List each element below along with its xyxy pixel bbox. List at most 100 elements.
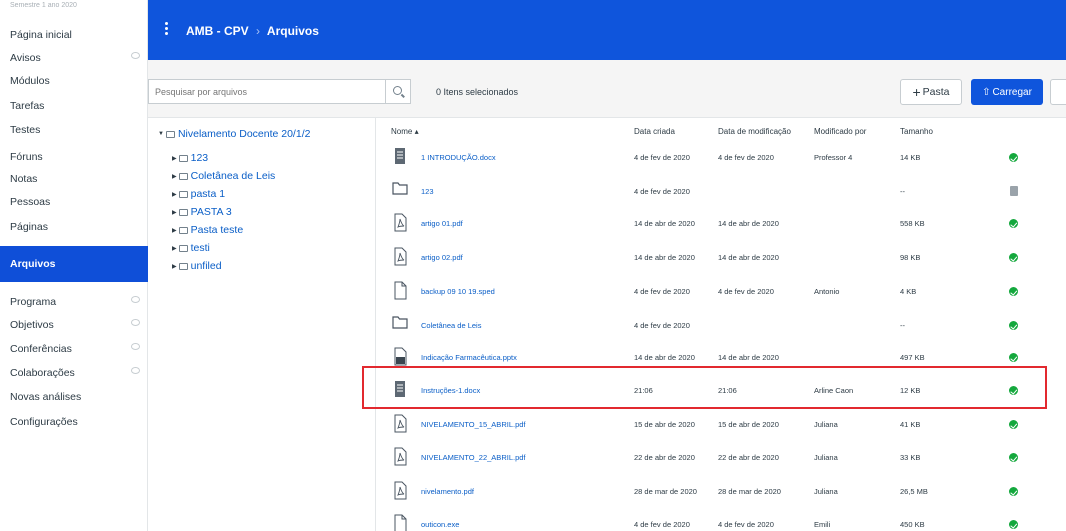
published-check-icon[interactable] — [1009, 321, 1018, 330]
nav-item-7[interactable]: Pessoas — [0, 190, 148, 214]
file-name-link[interactable]: Indicação Farmacêutica.pptx — [421, 353, 517, 362]
nav-item-label: Pessoas — [10, 196, 51, 208]
file-created: 28 de mar de 2020 — [634, 487, 697, 496]
tree-root-folder[interactable]: ▼ Nivelamento Docente 20/1/2 — [158, 128, 310, 140]
nav-item-8[interactable]: Páginas — [0, 215, 148, 239]
file-name-link[interactable]: NIVELAMENTO_22_ABRIL.pdf — [421, 453, 526, 462]
published-check-icon[interactable] — [1009, 219, 1018, 228]
expand-triangle-icon[interactable]: ▶ — [172, 191, 177, 198]
file-row[interactable]: outicon.exe 4 de fev de 2020 4 de fev de 2… — [376, 508, 1066, 531]
nav-item-15[interactable]: Configurações — [0, 410, 148, 434]
file-modified: 4 de fev de 2020 — [718, 153, 774, 162]
column-header-modified[interactable]: Data de modificação — [718, 127, 791, 136]
expand-triangle-icon[interactable]: ▼ — [158, 131, 164, 137]
nav-item-2[interactable]: Módulos — [0, 69, 148, 93]
nav-item-12[interactable]: Conferências — [0, 337, 148, 361]
nav-item-6[interactable]: Notas — [0, 167, 148, 191]
file-modified-by: Juliana — [814, 453, 838, 462]
nav-item-3[interactable]: Tarefas — [0, 94, 148, 118]
nav-item-4[interactable]: Testes — [0, 118, 148, 142]
file-name-link[interactable]: 123 — [421, 187, 434, 196]
expand-triangle-icon[interactable]: ▶ — [172, 209, 177, 216]
file-name-link[interactable]: nivelamento.pdf — [421, 487, 474, 496]
nav-item-5[interactable]: Fóruns — [0, 145, 148, 169]
breadcrumb-section[interactable]: Arquivos — [267, 24, 319, 38]
tree-folder[interactable]: ▶ testi — [172, 242, 210, 254]
add-folder-label: Pasta — [922, 86, 950, 98]
tree-folder[interactable]: ▶ Pasta teste — [172, 224, 243, 236]
tree-folder[interactable]: ▶ pasta 1 — [172, 188, 225, 200]
nav-item-label: Avisos — [10, 52, 41, 64]
file-row[interactable]: NIVELAMENTO_22_ABRIL.pdf 22 de abr de 202… — [376, 441, 1066, 475]
nav-item-10[interactable]: Programa — [0, 290, 148, 314]
file-name-link[interactable]: Coletânea de Leis — [421, 321, 481, 330]
file-modified: 14 de abr de 2020 — [718, 253, 779, 262]
expand-triangle-icon[interactable]: ▶ — [172, 227, 177, 234]
nav-item-0[interactable]: Página inicial — [0, 23, 148, 47]
pdf-icon — [392, 212, 408, 232]
published-check-icon[interactable] — [1009, 453, 1018, 462]
breadcrumb-course[interactable]: AMB - CPV — [186, 24, 249, 38]
file-size: 33 KB — [900, 453, 921, 462]
file-name-link[interactable]: artigo 02.pdf — [421, 253, 463, 262]
column-header-created[interactable]: Data criada — [634, 127, 675, 136]
column-header-modified-by[interactable]: Modificado por — [814, 127, 866, 136]
file-size: 497 KB — [900, 353, 925, 362]
file-name-link[interactable]: backup 09 10 19.sped — [421, 287, 495, 296]
published-check-icon[interactable] — [1009, 520, 1018, 529]
more-options-button[interactable] — [1050, 79, 1066, 105]
file-row[interactable]: backup 09 10 19.sped 4 de fev de 2020 4 de… — [376, 275, 1066, 309]
file-row[interactable]: NIVELAMENTO_15_ABRIL.pdf 15 de abr de 202… — [376, 408, 1066, 442]
file-row[interactable]: artigo 01.pdf 14 de abr de 2020 14 de abr … — [376, 207, 1066, 241]
file-name-link[interactable]: artigo 01.pdf — [421, 219, 463, 228]
pdf-icon — [392, 246, 408, 266]
search-input[interactable] — [148, 79, 385, 104]
add-folder-button[interactable]: + Pasta — [900, 79, 962, 105]
expand-triangle-icon[interactable]: ▶ — [172, 173, 177, 180]
nav-item-13[interactable]: Colaborações — [0, 361, 148, 385]
nav-item-14[interactable]: Novas análises — [0, 385, 148, 409]
nav-item-9[interactable]: Arquivos — [0, 246, 148, 282]
published-check-icon[interactable] — [1009, 487, 1018, 496]
published-check-icon[interactable] — [1009, 153, 1018, 162]
published-check-icon[interactable] — [1009, 353, 1018, 362]
nav-item-11[interactable]: Objetivos — [0, 313, 148, 337]
file-created: 22 de abr de 2020 — [634, 453, 695, 462]
upload-button[interactable]: ⇧ Carregar — [971, 79, 1043, 105]
tree-folder[interactable]: ▶ Coletânea de Leis — [172, 170, 275, 182]
published-check-icon[interactable] — [1009, 253, 1018, 262]
column-header-name[interactable]: Nome ▴ — [391, 127, 419, 136]
unpublished-icon[interactable] — [1010, 186, 1018, 196]
file-modified-by: Emili — [814, 520, 831, 529]
expand-triangle-icon[interactable]: ▶ — [172, 263, 177, 270]
tree-folder[interactable]: ▶ unfiled — [172, 260, 222, 272]
folder-icon — [178, 190, 188, 198]
search-button[interactable] — [385, 79, 411, 104]
file-created: 4 de fev de 2020 — [634, 187, 690, 196]
file-name-link[interactable]: 1 INTRODUÇÃO.docx — [421, 153, 496, 162]
file-modified: 14 de abr de 2020 — [718, 353, 779, 362]
file-modified: 14 de abr de 2020 — [718, 219, 779, 228]
file-icon — [392, 513, 408, 531]
file-row[interactable]: 1 INTRODUÇÃO.docx 4 de fev de 2020 4 de fe… — [376, 141, 1066, 175]
file-name-link[interactable]: outicon.exe — [421, 520, 459, 529]
file-row[interactable]: artigo 02.pdf 14 de abr de 2020 14 de abr … — [376, 241, 1066, 275]
expand-triangle-icon[interactable]: ▶ — [172, 155, 177, 162]
nav-item-1[interactable]: Avisos — [0, 46, 148, 70]
file-row[interactable]: 123 4 de fev de 2020 -- — [376, 175, 1066, 209]
file-modified-by: Antonio — [814, 287, 840, 296]
published-check-icon[interactable] — [1009, 420, 1018, 429]
file-row[interactable]: nivelamento.pdf 28 de mar de 2020 28 de ma… — [376, 475, 1066, 509]
file-name-link[interactable]: NIVELAMENTO_15_ABRIL.pdf — [421, 420, 526, 429]
file-row[interactable]: Coletânea de Leis 4 de fev de 2020 -- — [376, 309, 1066, 343]
nav-item-label: Novas análises — [10, 391, 82, 403]
nav-item-label: Tarefas — [10, 100, 45, 112]
file-modified-by: Juliana — [814, 420, 838, 429]
menu-kebab-icon[interactable] — [165, 22, 169, 36]
file-created: 4 de fev de 2020 — [634, 153, 690, 162]
tree-folder[interactable]: ▶ 123 — [172, 152, 208, 164]
tree-folder[interactable]: ▶ PASTA 3 — [172, 206, 232, 218]
published-check-icon[interactable] — [1009, 287, 1018, 296]
column-header-size[interactable]: Tamanho — [900, 127, 933, 136]
expand-triangle-icon[interactable]: ▶ — [172, 245, 177, 252]
